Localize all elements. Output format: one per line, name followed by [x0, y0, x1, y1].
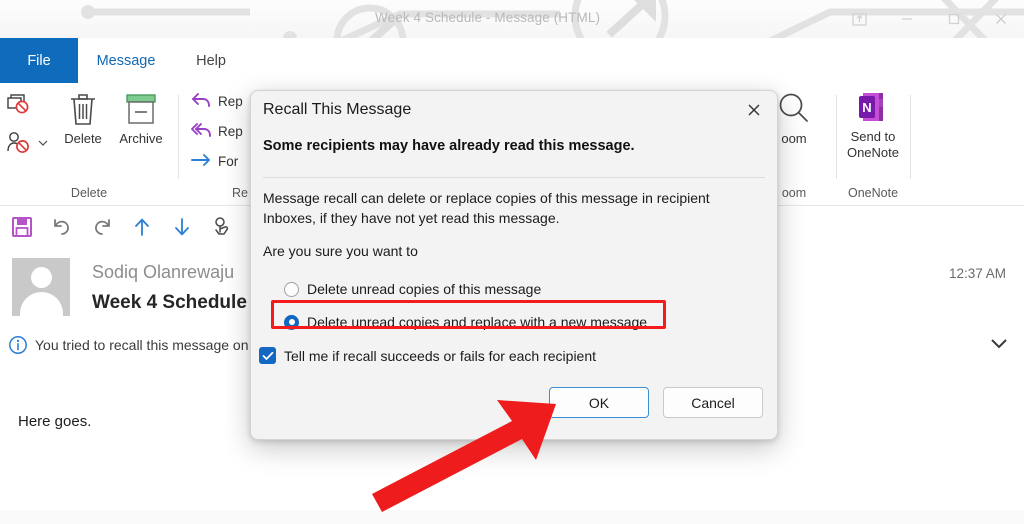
zoom-button-label: oom	[781, 131, 807, 146]
delete-button[interactable]: Delete	[52, 91, 114, 147]
send-to-onenote-label-line1: Send to	[850, 129, 896, 144]
radio-delete-unread-copies-label: Delete unread copies of this message	[307, 281, 542, 297]
dialog-title-bar: Recall This Message	[251, 91, 777, 129]
forward-button-label: For	[218, 153, 239, 169]
onenote-icon: N	[859, 93, 883, 121]
dialog-question-text: Are you sure you want to	[263, 243, 418, 259]
window-controls	[836, 0, 1024, 38]
archive-icon	[126, 94, 156, 124]
avatar	[12, 258, 70, 316]
maximize-icon[interactable]	[930, 0, 977, 38]
radio-delete-unread-copies[interactable]: Delete unread copies of this message	[284, 281, 541, 297]
block-sender-icon	[7, 132, 29, 153]
radio-unselected-icon	[284, 281, 299, 297]
message-sender: Sodiq Olanrewaju	[92, 262, 235, 282]
popout-icon[interactable]	[836, 0, 883, 38]
group-separator	[178, 95, 179, 179]
group-separator	[910, 95, 911, 179]
dialog-headline: Some recipients may have already read th…	[263, 138, 635, 154]
tab-help[interactable]: Help	[180, 38, 242, 83]
reply-button-label: Rep	[218, 93, 243, 109]
send-to-onenote-label-line2: OneNote	[846, 144, 900, 160]
group-label-onenote: OneNote	[847, 186, 899, 200]
archive-button[interactable]: Archive	[110, 91, 172, 147]
next-item-icon[interactable]	[170, 215, 194, 239]
radio-delete-and-replace[interactable]: Delete unread copies and replace with a …	[284, 314, 647, 330]
message-timestamp: 12:37 AM	[948, 266, 1006, 281]
horizontal-scrollbar[interactable]	[0, 510, 1024, 524]
minimize-icon[interactable]	[883, 0, 930, 38]
dialog-close-icon[interactable]	[731, 91, 777, 129]
previous-item-icon[interactable]	[130, 215, 154, 239]
group-label-delete: Delete	[70, 186, 108, 200]
ignore-icon	[7, 94, 29, 114]
checkbox-notify-recall-result-label: Tell me if recall succeeds or fails for …	[284, 347, 597, 364]
block-sender-button[interactable]	[6, 131, 48, 155]
ignore-button[interactable]	[6, 93, 32, 117]
reply-all-icon	[191, 123, 211, 137]
window-title: Week 4 Schedule - Message (HTML)	[375, 10, 601, 25]
ribbon-tab-strip: File Message Help	[0, 38, 1024, 83]
title-bar: Week 4 Schedule - Message (HTML)	[0, 0, 1024, 38]
chevron-down-icon	[38, 140, 48, 146]
close-icon[interactable]	[977, 0, 1024, 38]
reply-all-button[interactable]: Rep	[190, 121, 243, 141]
dialog-body-text: Message recall can delete or replace cop…	[263, 190, 710, 227]
reply-button[interactable]: Rep	[190, 91, 243, 111]
ribbon-group-onenote: N Send to OneNote OneNote	[836, 83, 911, 206]
redo-icon[interactable]	[90, 215, 114, 239]
undo-icon[interactable]	[50, 215, 74, 239]
checkbox-notify-recall-result[interactable]: Tell me if recall succeeds or fails for …	[259, 347, 596, 364]
info-icon	[9, 336, 27, 354]
trash-icon	[71, 94, 95, 125]
reply-icon	[192, 93, 210, 107]
cancel-button[interactable]: Cancel	[663, 387, 763, 418]
svg-text:N: N	[862, 100, 871, 115]
archive-button-label: Archive	[119, 131, 163, 146]
dialog-divider	[263, 177, 765, 178]
tab-file[interactable]: File	[0, 38, 78, 83]
forward-icon	[191, 154, 210, 166]
touch-mode-icon[interactable]	[210, 215, 234, 239]
recall-info-text: You tried to recall this message on	[35, 337, 249, 353]
outlook-message-window: Week 4 Schedule - Message (HTML) File Me…	[0, 0, 1024, 524]
reply-all-button-label: Rep	[218, 123, 243, 139]
ribbon-group-delete: Delete Archive Delete	[0, 83, 179, 206]
send-to-onenote-button[interactable]: N Send to OneNote	[842, 91, 904, 161]
radio-delete-and-replace-label: Delete unread copies and replace with a …	[307, 314, 648, 330]
tab-message[interactable]: Message	[78, 38, 174, 83]
forward-button[interactable]: For	[190, 151, 238, 171]
checkbox-checked-icon	[259, 347, 276, 364]
dialog-button-row: OK Cancel	[549, 387, 763, 418]
radio-selected-icon	[284, 314, 299, 330]
dialog-title: Recall This Message	[263, 101, 412, 118]
ok-button[interactable]: OK	[549, 387, 649, 418]
recall-this-message-dialog: Recall This Message Some recipients may …	[250, 90, 778, 440]
delete-button-label: Delete	[64, 131, 102, 146]
magnifier-icon	[779, 93, 808, 122]
save-icon[interactable]	[10, 215, 34, 239]
message-body-text: Here goes.	[18, 413, 92, 430]
message-subject: Week 4 Schedule	[92, 292, 247, 313]
